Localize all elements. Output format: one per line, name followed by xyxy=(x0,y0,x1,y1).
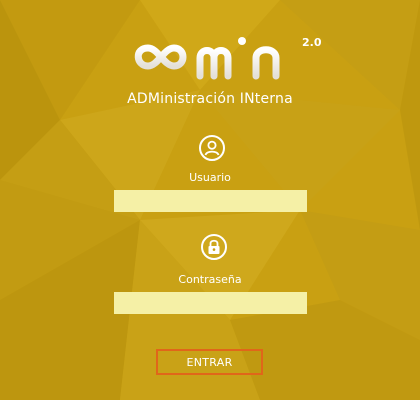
password-label: Contraseña xyxy=(178,273,242,286)
username-input[interactable] xyxy=(114,190,307,212)
admin-logo: admin xyxy=(134,36,280,80)
enter-button[interactable]: ENTRAR xyxy=(156,349,263,375)
logo-version: 2.0 xyxy=(302,36,322,49)
password-input[interactable] xyxy=(114,292,307,314)
app-subtitle: ADMinistración INterna xyxy=(127,91,293,107)
username-label: Usuario xyxy=(189,171,231,184)
lock-icon xyxy=(201,234,227,260)
user-icon xyxy=(199,135,225,161)
login-page: admin 2.0 ADMinistración INterna Usuario… xyxy=(0,0,420,400)
